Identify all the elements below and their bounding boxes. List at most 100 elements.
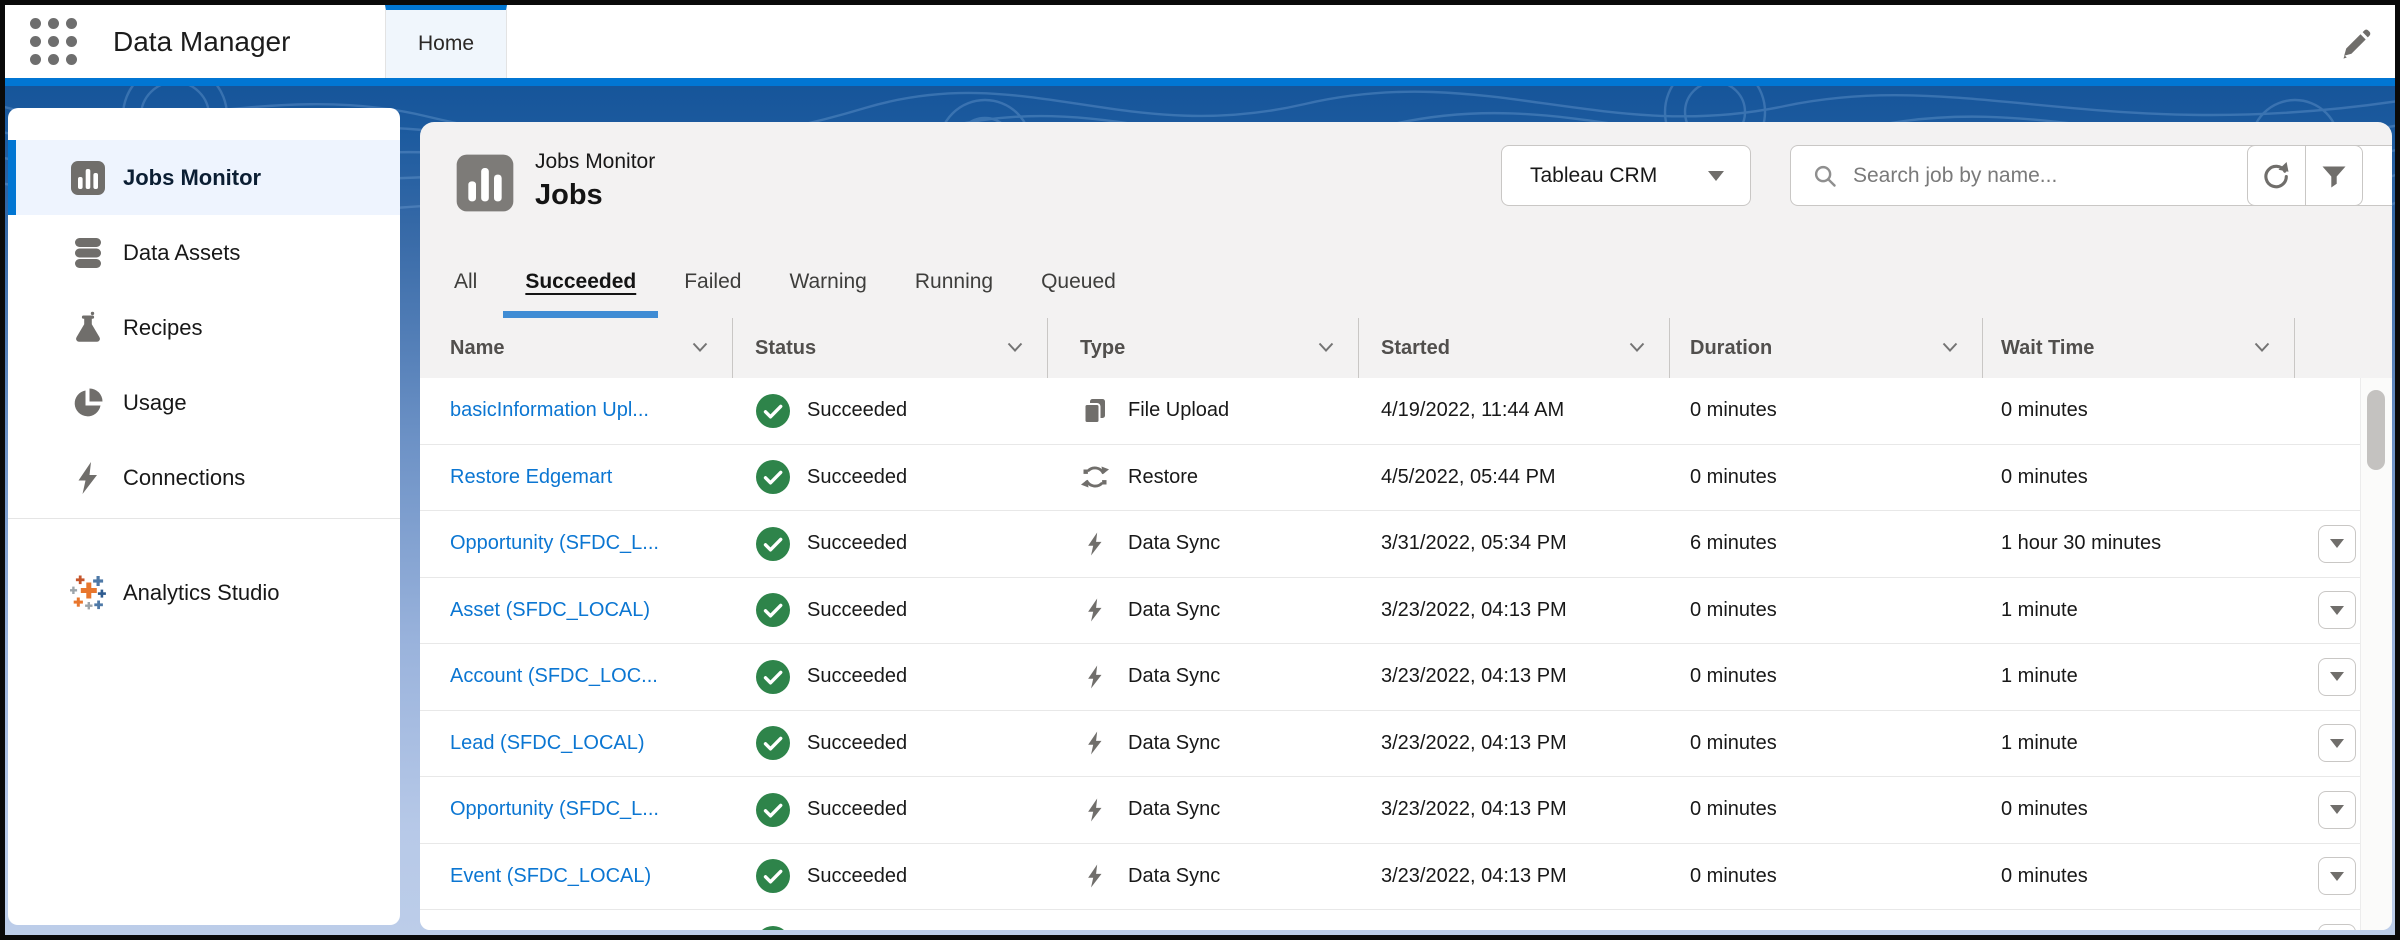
job-name-link[interactable]: Opportunity (SFDC_L... — [450, 532, 659, 555]
data-sync-icon — [1080, 795, 1110, 825]
refresh-button[interactable] — [2248, 146, 2306, 205]
row-action-cell — [2295, 445, 2360, 511]
success-check-icon — [755, 393, 791, 429]
tab-warning[interactable]: Warning — [789, 245, 866, 318]
sidebar: Jobs Monitor Data Assets Recipes — [8, 108, 400, 925]
app-launcher-icon[interactable] — [30, 18, 82, 65]
tab-succeeded[interactable]: Succeeded — [525, 245, 636, 318]
job-name-cell: Asset (SFDC_LOCAL) — [420, 578, 733, 644]
data-sync-icon — [1080, 861, 1110, 891]
sidebar-item-connections[interactable]: Connections — [8, 440, 400, 515]
job-status-cell: Succeeded — [733, 578, 1048, 644]
table-row: Succeeded — [420, 910, 2360, 930]
job-name-link[interactable]: Lead (SFDC_LOCAL) — [450, 732, 645, 755]
job-type-cell: Data Sync — [1048, 844, 1359, 910]
type-label: Data Sync — [1128, 599, 1220, 622]
row-actions-dropdown-button[interactable] — [2318, 591, 2356, 629]
started-cell: 3/23/2022, 04:13 PM — [1359, 644, 1670, 710]
job-name-link[interactable]: Restore Edgemart — [450, 466, 612, 489]
row-actions-dropdown-button[interactable] — [2318, 791, 2356, 829]
job-name-cell: Opportunity (SFDC_L... — [420, 511, 733, 577]
duration-cell: 0 minutes — [1670, 777, 1983, 843]
row-actions-dropdown-button[interactable] — [2318, 525, 2356, 563]
job-name-link[interactable]: Opportunity (SFDC_L... — [450, 798, 659, 821]
file-upload-icon — [1080, 396, 1110, 426]
app-title: Data Manager — [113, 5, 290, 78]
chevron-down-icon[interactable] — [2254, 342, 2270, 353]
job-name-cell: Account (SFDC_LOC... — [420, 644, 733, 710]
edit-pencil-icon[interactable] — [2337, 26, 2373, 62]
tab-running[interactable]: Running — [915, 245, 993, 318]
table-row: Event (SFDC_LOCAL) Succeeded Data Sync 3… — [420, 844, 2360, 911]
tab-all[interactable]: All — [454, 245, 477, 318]
chevron-down-icon[interactable] — [1007, 342, 1023, 353]
success-check-icon — [755, 526, 791, 562]
triangle-down-icon — [2330, 672, 2344, 681]
app-selector-dropdown[interactable]: Tableau CRM — [1501, 145, 1751, 206]
duration-cell: 0 minutes — [1670, 378, 1983, 444]
job-status-cell: Succeeded — [733, 644, 1048, 710]
row-actions-dropdown-button[interactable] — [2318, 724, 2356, 762]
job-name-cell — [420, 910, 733, 930]
breadcrumb: Jobs Monitor — [535, 150, 655, 174]
chevron-down-icon[interactable] — [1942, 342, 1958, 353]
column-header-status[interactable]: Status — [733, 318, 1048, 378]
scrollbar-thumb[interactable] — [2367, 390, 2385, 470]
tab-failed[interactable]: Failed — [684, 245, 741, 318]
chevron-down-icon[interactable] — [692, 342, 708, 353]
job-name-link[interactable]: basicInformation Upl... — [450, 399, 649, 422]
triangle-down-icon — [2330, 872, 2344, 881]
search-icon — [1811, 162, 1839, 190]
column-header-name[interactable]: Name — [420, 318, 733, 378]
wait-time-cell: 1 hour 30 minutes — [1983, 511, 2295, 577]
type-label: Data Sync — [1128, 732, 1220, 755]
sidebar-item-data-assets[interactable]: Data Assets — [8, 215, 400, 290]
filter-icon — [2317, 159, 2351, 193]
row-actions-dropdown-button[interactable] — [2318, 924, 2356, 930]
column-header-type[interactable]: Type — [1048, 318, 1359, 378]
sidebar-item-analytics-studio[interactable]: Analytics Studio — [8, 555, 400, 630]
status-label: Succeeded — [807, 865, 907, 888]
job-name-link[interactable]: Asset (SFDC_LOCAL) — [450, 599, 650, 622]
sidebar-item-usage[interactable]: Usage — [8, 365, 400, 440]
chevron-down-icon[interactable] — [1318, 342, 1334, 353]
app-window: Data Manager Home — [5, 5, 2395, 935]
status-label: Succeeded — [807, 466, 907, 489]
column-header-duration[interactable]: Duration — [1670, 318, 1983, 378]
tab-queued[interactable]: Queued — [1041, 245, 1116, 318]
jobs-monitor-panel: Jobs Monitor Jobs Tableau CRM All — [420, 122, 2392, 930]
job-name-link[interactable]: Event (SFDC_LOCAL) — [450, 865, 651, 888]
type-label: Data Sync — [1128, 532, 1220, 555]
started-cell: 3/23/2022, 04:13 PM — [1359, 711, 1670, 777]
row-action-cell — [2295, 578, 2360, 644]
wait-time-cell: 1 minute — [1983, 711, 2295, 777]
row-actions-dropdown-button[interactable] — [2318, 857, 2356, 895]
sidebar-item-label: Jobs Monitor — [123, 165, 261, 191]
job-status-cell: Succeeded — [733, 445, 1048, 511]
column-header-started[interactable]: Started — [1359, 318, 1670, 378]
triangle-down-icon — [2330, 606, 2344, 615]
column-header-wait-time[interactable]: Wait Time — [1983, 318, 2295, 378]
wait-time-cell: 0 minutes — [1983, 777, 2295, 843]
type-label: Data Sync — [1128, 865, 1220, 888]
job-name-link[interactable]: Account (SFDC_LOC... — [450, 665, 658, 688]
status-label: Succeeded — [807, 532, 907, 555]
row-actions-dropdown-button[interactable] — [2318, 658, 2356, 696]
success-check-icon — [755, 459, 791, 495]
sidebar-item-jobs-monitor[interactable]: Jobs Monitor — [8, 140, 400, 215]
job-type-cell: File Upload — [1048, 378, 1359, 444]
job-status-cell: Succeeded — [733, 511, 1048, 577]
tab-home[interactable]: Home — [385, 5, 507, 78]
status-tabs: All Succeeded Failed Warning Running Que… — [420, 245, 2392, 318]
data-sync-icon — [1080, 662, 1110, 692]
chevron-down-icon[interactable] — [1629, 342, 1645, 353]
type-label: File Upload — [1128, 399, 1229, 422]
table-row: Account (SFDC_LOC... Succeeded Data Sync… — [420, 644, 2360, 711]
filter-button[interactable] — [2306, 146, 2363, 205]
job-status-cell: Succeeded — [733, 910, 1048, 930]
bar-chart-icon — [70, 160, 106, 196]
status-label: Succeeded — [807, 665, 907, 688]
started-cell: 3/23/2022, 04:13 PM — [1359, 844, 1670, 910]
triangle-down-icon — [2330, 739, 2344, 748]
sidebar-item-recipes[interactable]: Recipes — [8, 290, 400, 365]
